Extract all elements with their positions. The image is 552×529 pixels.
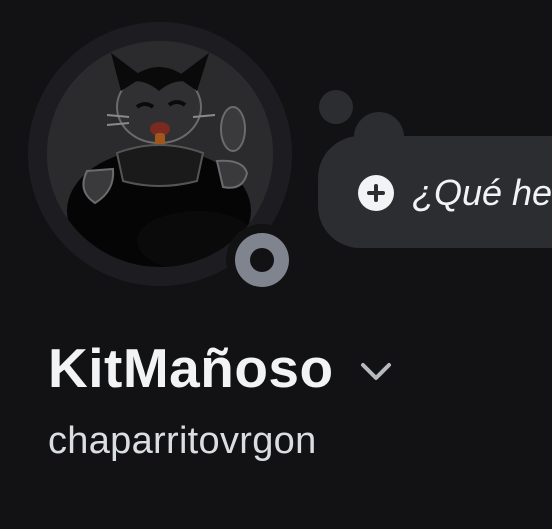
status-hole [250, 248, 274, 272]
profile-panel: ¿Qué he KitMañoso chaparritovrgon [0, 0, 552, 529]
thought-bubble-small [319, 90, 353, 124]
chevron-down-icon[interactable] [360, 362, 392, 382]
offline-status-icon [235, 233, 289, 287]
display-name-row[interactable]: KitMañoso [48, 336, 392, 400]
status-indicator [226, 224, 298, 296]
custom-status-content[interactable]: ¿Qué he [358, 172, 552, 214]
display-name: KitMañoso [48, 337, 334, 399]
plus-circle-icon[interactable] [358, 175, 394, 211]
username: chaparritovrgon [48, 420, 317, 462]
custom-status-placeholder[interactable]: ¿Qué he [412, 172, 552, 214]
